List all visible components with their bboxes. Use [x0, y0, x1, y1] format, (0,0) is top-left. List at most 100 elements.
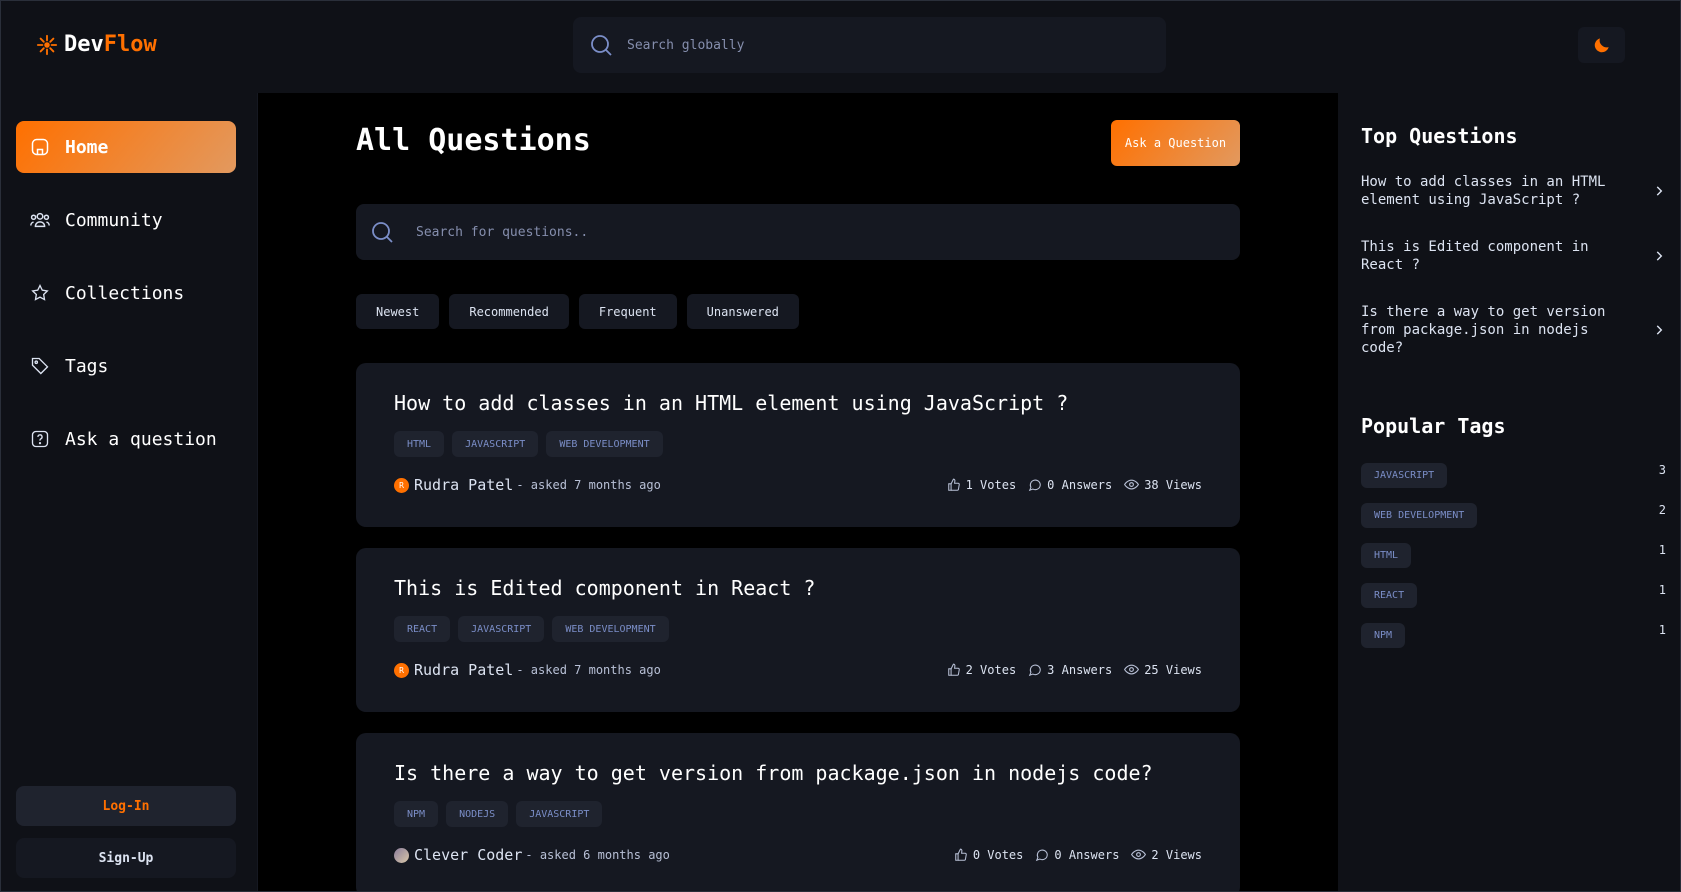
tag-badge[interactable]: NPM [1361, 623, 1406, 648]
message-icon [1028, 664, 1041, 676]
tag-badge[interactable]: NODEJS [446, 801, 509, 827]
filter-newest[interactable]: Newest [356, 294, 440, 329]
tag-badge[interactable]: NPM [394, 801, 439, 827]
question-card[interactable]: This is Edited component in React ? REAC… [356, 548, 1240, 712]
users-icon [29, 209, 51, 231]
question-card[interactable]: Is there a way to get version from packa… [356, 733, 1240, 892]
sidebar-item-ask-question[interactable]: Ask a question [16, 413, 236, 465]
top-question-text[interactable]: How to add classes in an HTML element us… [1361, 173, 1621, 209]
signup-button[interactable]: Sign-Up [16, 838, 236, 878]
brand-name-part2: Flow [103, 32, 157, 57]
thumbs-up-icon [955, 848, 967, 861]
answers-count: 3 Answers [1047, 662, 1113, 677]
tag-count: 3 [1658, 462, 1666, 477]
tag-badge[interactable]: JAVASCRIPT [458, 616, 545, 642]
popular-tag-item[interactable]: NPM 1 [1361, 623, 1666, 648]
search-icon [591, 35, 612, 56]
tag-badge[interactable]: JAVASCRIPT [516, 801, 603, 827]
ask-question-button[interactable]: Ask a Question [1111, 120, 1240, 166]
sidebar-item-tags[interactable]: Tags [16, 340, 236, 392]
top-question-text[interactable]: Is there a way to get version from packa… [1361, 303, 1621, 357]
moon-icon [1594, 38, 1609, 53]
question-metrics: 0 Votes 0 Answers 2 Views [954, 847, 1202, 862]
avatar: R [394, 662, 409, 678]
question-icon [29, 428, 51, 450]
sidebar-item-home[interactable]: Home [16, 121, 236, 173]
popular-tag-item[interactable]: WEB DEVELOPMENT 2 [1361, 503, 1666, 528]
brand-name: DevFlow [64, 32, 157, 57]
tag-badge[interactable]: HTML [1361, 543, 1412, 568]
views-metric: 25 Views [1124, 662, 1202, 677]
top-questions-heading: Top Questions [1361, 124, 1518, 148]
global-search-bar[interactable] [573, 17, 1166, 73]
filter-recommended[interactable]: Recommended [449, 294, 569, 329]
sidebar-item-community[interactable]: Community [16, 194, 236, 246]
author-name[interactable]: Rudra Patel [414, 661, 513, 679]
theme-toggle-button[interactable] [1578, 27, 1625, 63]
votes-metric: 2 Votes [947, 662, 1017, 677]
popular-tag-item[interactable]: HTML 1 [1361, 543, 1666, 568]
question-author[interactable]: Clever Coder - asked 6 months ago [394, 846, 670, 864]
eye-icon [1124, 664, 1140, 675]
sidebar-item-label: Home [65, 136, 109, 158]
tag-badge[interactable]: JAVASCRIPT [452, 431, 539, 457]
votes-count: 0 Votes [972, 847, 1024, 862]
thumbs-up-icon [947, 478, 960, 491]
tag-badge[interactable]: HTML [394, 431, 445, 457]
tag-badge[interactable]: REACT [1361, 583, 1418, 608]
views-metric: 38 Views [1124, 477, 1202, 492]
asked-time: - asked 7 months ago [516, 663, 661, 677]
thumbs-up-icon [947, 663, 960, 676]
asked-time: - asked 6 months ago [525, 848, 670, 862]
question-author[interactable]: R Rudra Patel - asked 7 months ago [394, 661, 661, 679]
question-title[interactable]: How to add classes in an HTML element us… [394, 391, 1068, 415]
star-icon [29, 282, 51, 304]
sidebar-item-label: Tags [65, 355, 109, 377]
filter-bar: Newest Recommended Frequent Unanswered [356, 294, 799, 329]
views-count: 2 Views [1151, 847, 1202, 862]
popular-tag-item[interactable]: JAVASCRIPT 3 [1361, 463, 1666, 488]
brand-name-part1: Dev [64, 32, 104, 57]
filter-frequent[interactable]: Frequent [578, 294, 677, 329]
asked-time: - asked 7 months ago [516, 478, 661, 492]
tag-badge[interactable]: WEB DEVELOPMENT [546, 431, 663, 457]
filter-unanswered[interactable]: Unanswered [686, 294, 799, 329]
search-icon [372, 222, 393, 243]
global-search-input[interactable] [627, 37, 1107, 53]
top-navbar: DevFlow [0, 0, 1681, 93]
chevron-right-icon [1656, 186, 1663, 196]
question-title[interactable]: This is Edited component in React ? [394, 576, 815, 600]
eye-icon [1124, 479, 1140, 490]
sidebar-item-label: Ask a question [65, 428, 217, 450]
tag-icon [29, 355, 51, 377]
message-icon [1036, 849, 1049, 861]
tag-badge[interactable]: REACT [394, 616, 451, 642]
top-question-item[interactable]: Is there a way to get version from packa… [1361, 303, 1666, 357]
votes-count: 2 Votes [965, 662, 1017, 677]
question-tags: REACT JAVASCRIPT WEB DEVELOPMENT [394, 616, 669, 642]
right-sidebar: Top Questions How to add classes in an H… [1338, 93, 1681, 892]
top-question-text[interactable]: This is Edited component in React ? [1361, 238, 1621, 274]
author-name[interactable]: Rudra Patel [414, 476, 513, 494]
tag-badge[interactable]: WEB DEVELOPMENT [552, 616, 669, 642]
question-card[interactable]: How to add classes in an HTML element us… [356, 363, 1240, 527]
question-search-input[interactable] [416, 224, 896, 240]
question-author[interactable]: R Rudra Patel - asked 7 months ago [394, 476, 661, 494]
message-icon [1028, 479, 1041, 491]
tag-badge[interactable]: WEB DEVELOPMENT [1361, 503, 1478, 528]
top-question-item[interactable]: How to add classes in an HTML element us… [1361, 173, 1666, 209]
chevron-right-icon [1656, 251, 1663, 261]
question-search-bar[interactable] [356, 204, 1240, 260]
sidebar-item-collections[interactable]: Collections [16, 267, 236, 319]
login-button[interactable]: Log-In [16, 786, 236, 826]
author-name[interactable]: Clever Coder [414, 846, 522, 864]
top-question-item[interactable]: This is Edited component in React ? [1361, 238, 1666, 274]
home-icon [29, 136, 51, 158]
question-metrics: 2 Votes 3 Answers 25 Views [947, 662, 1202, 677]
question-title[interactable]: Is there a way to get version from packa… [394, 761, 1153, 785]
popular-tag-item[interactable]: REACT 1 [1361, 583, 1666, 608]
tag-badge[interactable]: JAVASCRIPT [1361, 463, 1448, 488]
votes-metric: 0 Votes [954, 847, 1024, 862]
chevron-right-icon [1656, 325, 1663, 335]
brand-logo[interactable]: DevFlow [36, 32, 157, 57]
